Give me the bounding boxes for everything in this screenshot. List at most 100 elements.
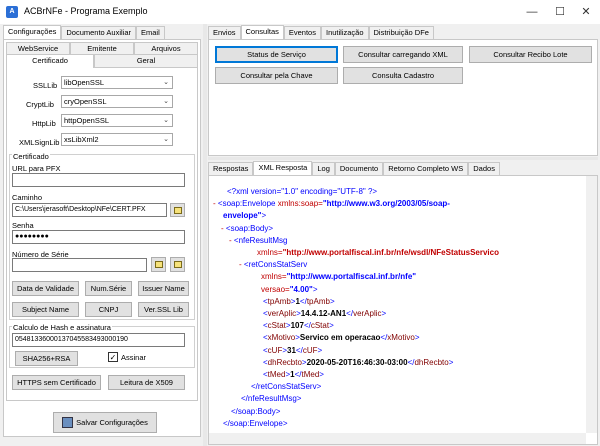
- salvar-configuracoes-button[interactable]: Salvar Configurações: [53, 412, 157, 433]
- xml-envelope-tag: <soap:Envelope: [217, 199, 276, 209]
- tab-envios[interactable]: Envios: [208, 26, 241, 39]
- hash-input[interactable]: 05481336000137045583493000190: [12, 333, 185, 347]
- xmlsignlib-label: XMLSignLib: [19, 138, 60, 147]
- assinar-checkbox[interactable]: ✓: [108, 352, 118, 362]
- salvar-configuracoes-label: Salvar Configurações: [76, 418, 148, 427]
- httplib-select[interactable]: httpOpenSSL ⌄: [61, 114, 173, 127]
- xml-nferesultmsg-value: "http://www.portalfiscal.inf.br/nfe/wsdl…: [282, 248, 499, 258]
- hash-label: Calculo de Hash e assinatura: [12, 323, 112, 332]
- folder-icon: [174, 207, 182, 214]
- splitter[interactable]: [203, 24, 207, 446]
- tab-geral[interactable]: Geral: [94, 54, 198, 67]
- xml-body-close: </soap:Body>: [231, 406, 281, 416]
- xmlsignlib-value: xsLibXml2: [64, 135, 99, 144]
- tab-retorno-completo-ws[interactable]: Retorno Completo WS: [383, 162, 469, 175]
- chevron-down-icon: ⌄: [163, 98, 169, 105]
- ssllib-label: SSLLib: [33, 81, 58, 90]
- url-pfx-label: URL para PFX: [12, 164, 61, 173]
- xml-versao-attr: versao=: [261, 284, 290, 294]
- httplib-label: HttpLib: [32, 119, 56, 128]
- tab-email[interactable]: Email: [136, 26, 165, 39]
- assinar-label: Assinar: [121, 353, 147, 362]
- xml-xmotivo-value: Servico em operacao: [299, 333, 381, 343]
- subtabs-row1: WebService Emitente Arquivos: [6, 42, 198, 55]
- select-cert-button-2[interactable]: [170, 257, 185, 272]
- browse-file-button[interactable]: [170, 203, 185, 217]
- xml-retconsstatserv-tag: <retConsStatServ: [243, 260, 308, 270]
- caminho-input[interactable]: C:\Users\jerasoft\Desktop\NFe\CERT.PFX: [12, 203, 167, 217]
- horizontal-splitter[interactable]: [208, 157, 598, 160]
- window-title: ACBrNFe - Programa Exemplo: [24, 6, 148, 16]
- right-tabstrip: Envios Consultas Eventos Inutilização Di…: [208, 25, 434, 39]
- consultar-pela-chave-button[interactable]: Consultar pela Chave: [215, 67, 338, 84]
- tab-eventos[interactable]: Eventos: [283, 26, 321, 39]
- chevron-down-icon: ⌄: [163, 117, 169, 124]
- maximize-icon[interactable]: ☐: [546, 0, 574, 24]
- status-servico-button[interactable]: Status de Serviço: [215, 46, 338, 63]
- xml-declaration: <?xml version="1.0" encoding="UTF-8" ?>: [227, 187, 378, 196]
- xml-envelope-close-bracket: >: [261, 211, 267, 221]
- tab-log[interactable]: Log: [312, 162, 335, 175]
- xml-nferesultmsg-close: </nfeResultMsg>: [241, 394, 302, 404]
- issuer-name-button[interactable]: Issuer Name: [138, 281, 189, 296]
- cryptlib-select[interactable]: cryOpenSSL ⌄: [61, 95, 173, 108]
- leitura-x509-button[interactable]: Leitura de X509: [108, 375, 185, 390]
- cnpj-button[interactable]: CNPJ: [85, 302, 132, 317]
- consultar-carregando-xml-button[interactable]: Consultar carregando XML: [343, 46, 463, 63]
- xmlsignlib-select[interactable]: xsLibXml2 ⌄: [61, 133, 173, 146]
- sha256-rsa-button[interactable]: SHA256+RSA: [15, 351, 78, 366]
- subtabs-row2: Certificado Geral: [6, 54, 198, 68]
- xml-dhrecbto-value: 2020-05-20T16:46:30-03:00: [306, 357, 408, 367]
- save-icon: [62, 417, 74, 428]
- data-validade-button[interactable]: Data de Validade: [12, 281, 79, 296]
- certificate-icon: [174, 261, 182, 268]
- xml-nferesultmsg-tag: <nfeResultMsg: [233, 235, 288, 245]
- ssllib-value: libOpenSSL: [64, 78, 105, 87]
- xml-viewer[interactable]: <?xml version="1.0" encoding="UTF-8" ?> …: [213, 186, 585, 432]
- close-icon[interactable]: ✕: [572, 0, 600, 24]
- tab-configuracoes[interactable]: Configurações: [3, 25, 62, 39]
- certificado-group-label: Certificado: [12, 152, 50, 161]
- tab-certificado[interactable]: Certificado: [6, 54, 94, 68]
- tab-dados[interactable]: Dados: [468, 162, 500, 175]
- app-icon: A: [6, 6, 18, 18]
- consulta-cadastro-button[interactable]: Consulta Cadastro: [343, 67, 463, 84]
- https-sem-certificado-button[interactable]: HTTPS sem Certificado: [12, 375, 101, 390]
- tab-documento[interactable]: Documento: [334, 162, 384, 175]
- tab-consultas[interactable]: Consultas: [240, 25, 284, 39]
- horizontal-scrollbar[interactable]: [209, 433, 586, 444]
- xml-cuf-value: 31: [287, 345, 296, 355]
- vertical-scrollbar[interactable]: [586, 176, 597, 433]
- cryptlib-label: CryptLib: [26, 100, 54, 109]
- tab-inutilizacao[interactable]: Inutilização: [320, 26, 369, 39]
- certificate-icon: [155, 261, 163, 268]
- httplib-value: httpOpenSSL: [64, 116, 110, 125]
- minimize-icon[interactable]: —: [518, 0, 546, 24]
- xml-retconsstatserv-close: </retConsStatServ>: [251, 382, 322, 392]
- tab-xml-resposta[interactable]: XML Resposta: [253, 161, 313, 175]
- url-pfx-input[interactable]: [12, 173, 185, 187]
- xml-envelope-value-cont: envelope": [223, 211, 262, 221]
- xml-retconsstatserv-xmlns-value: "http://www.portalfiscal.inf.br/nfe": [286, 272, 417, 282]
- subject-name-button[interactable]: Subject Name: [12, 302, 79, 317]
- xml-nferesultmsg-attr: xmlns=: [257, 248, 283, 258]
- senha-input[interactable]: ●●●●●●●●: [12, 230, 185, 244]
- numero-serie-input[interactable]: [12, 258, 147, 272]
- ver-ssl-lib-button[interactable]: Ver.SSL Lib: [138, 302, 189, 317]
- xml-veraplic-value: 14.4.12-AN1: [300, 309, 347, 319]
- tab-distribuicao-dfe[interactable]: Distribuição DFe: [368, 26, 434, 39]
- cryptlib-value: cryOpenSSL: [64, 97, 107, 106]
- tab-respostas[interactable]: Respostas: [208, 162, 254, 175]
- select-cert-button[interactable]: [151, 257, 166, 272]
- xml-retconsstatserv-close-bracket: >: [312, 284, 318, 294]
- num-serie-button[interactable]: Num.Série: [85, 281, 132, 296]
- xml-envelope-close: </soap:Envelope>: [223, 418, 288, 428]
- consultar-recibo-lote-button[interactable]: Consultar Recibo Lote: [469, 46, 592, 63]
- left-tabstrip: Configurações Documento Auxiliar Email: [3, 25, 165, 39]
- response-tabstrip: Respostas XML Resposta Log Documento Ret…: [208, 161, 500, 175]
- ssllib-select[interactable]: libOpenSSL ⌄: [61, 76, 173, 89]
- xml-versao-value: "4.00": [289, 284, 313, 294]
- tab-documento-auxiliar[interactable]: Documento Auxiliar: [61, 26, 136, 39]
- xml-retconsstatserv-xmlns-attr: xmlns=: [261, 272, 287, 282]
- caminho-label: Caminho: [12, 193, 43, 202]
